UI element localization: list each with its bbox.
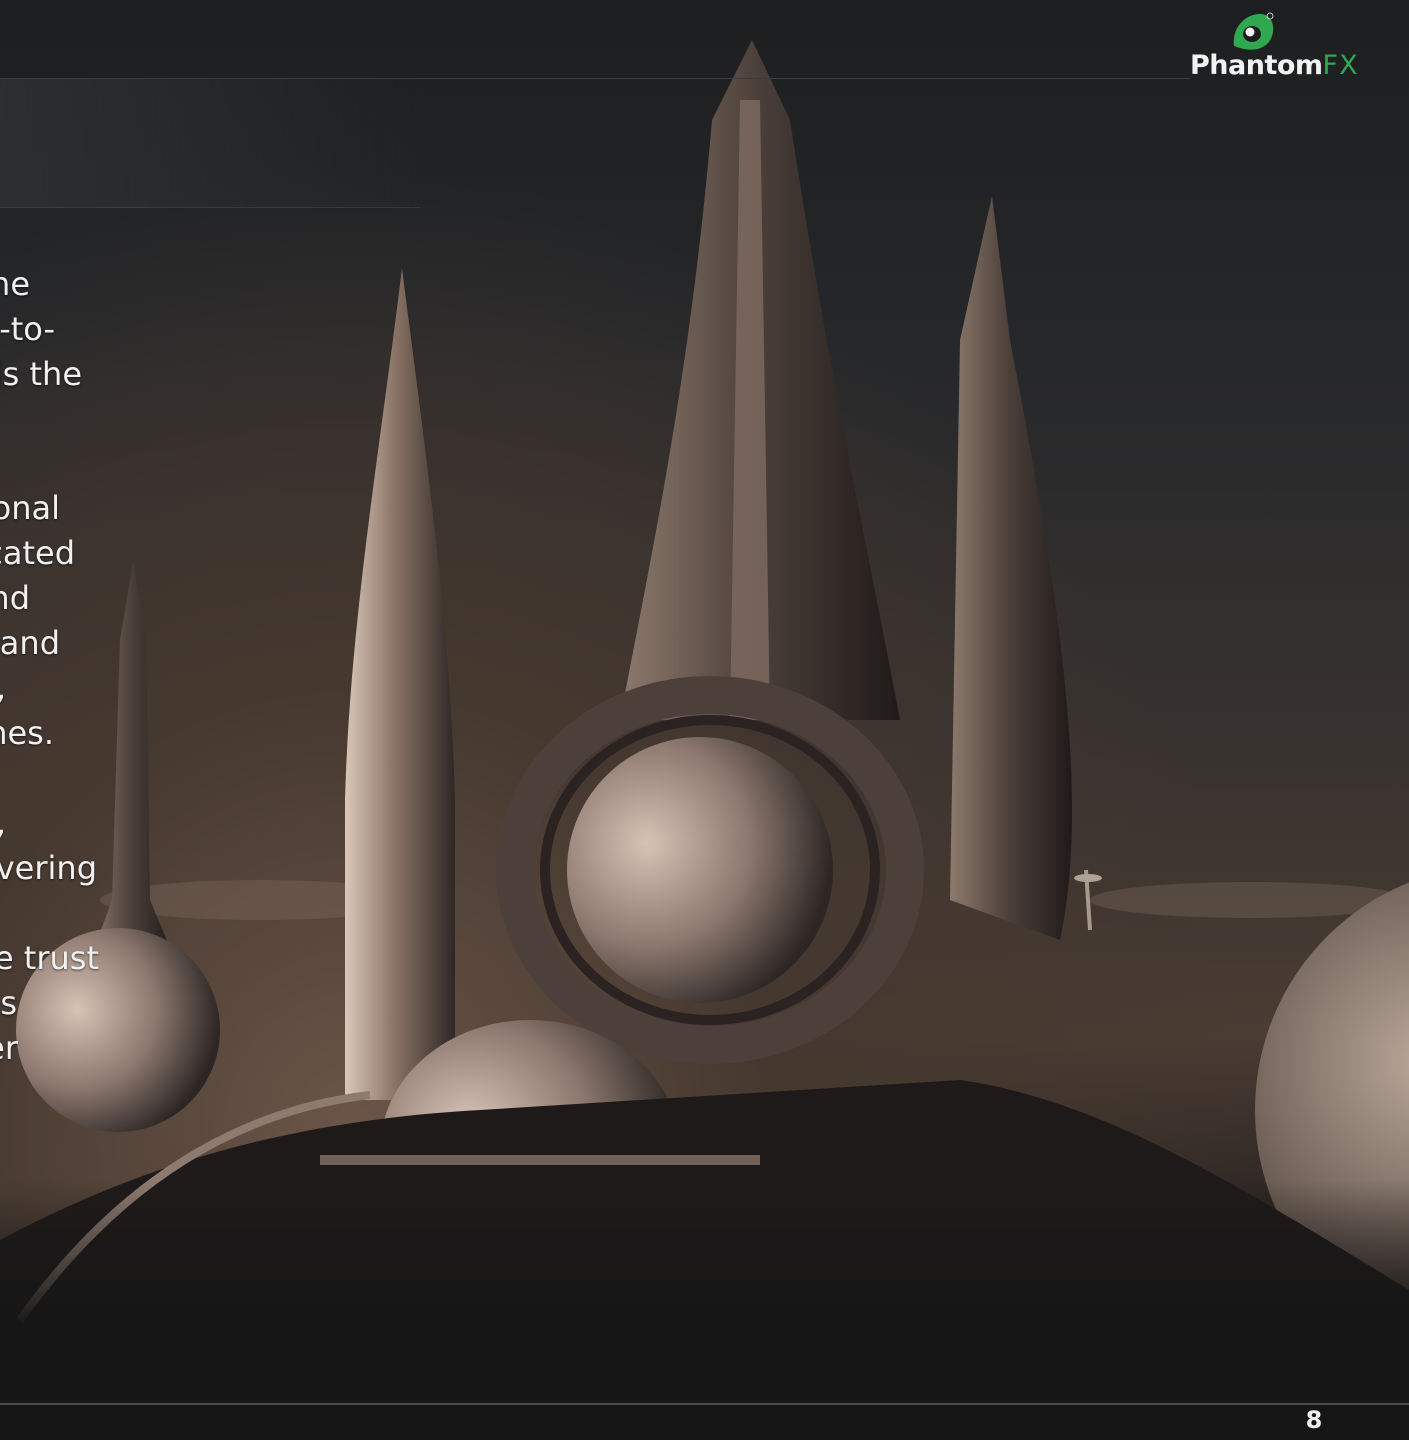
body-text-line: cated (0, 534, 75, 572)
body-text-line: vering (0, 849, 97, 887)
page-number: 8 (1305, 1406, 1323, 1434)
bottom-band (0, 1330, 1409, 1404)
logo-brand-accent: FX (1322, 50, 1359, 81)
body-text-line: , (0, 801, 6, 846)
body-text-column: he -to- ls the onal cated nd and , nes. … (0, 262, 110, 1082)
logo-brand-main: Phantom (1190, 50, 1323, 81)
logo-wordmark: PhantomFX (1190, 50, 1359, 81)
body-text-line: -to- (0, 310, 55, 348)
body-text-line: ls the (0, 355, 82, 393)
body-text-line: s (0, 984, 17, 1022)
body-text-line: and (0, 624, 60, 662)
body-text-line: er (0, 1029, 18, 1067)
eye-logo-icon (1233, 12, 1274, 50)
title-panel (0, 79, 420, 208)
body-text-line: nes. (0, 714, 54, 752)
body-text-line: nd (0, 579, 30, 617)
body-text-line: e trust (0, 939, 99, 977)
body-text-line: , (0, 666, 6, 711)
phantomfx-logo: PhantomFX (1190, 10, 1390, 82)
footer (0, 1405, 1409, 1440)
body-text-line: he (0, 265, 30, 303)
body-text-line: onal (0, 489, 60, 527)
